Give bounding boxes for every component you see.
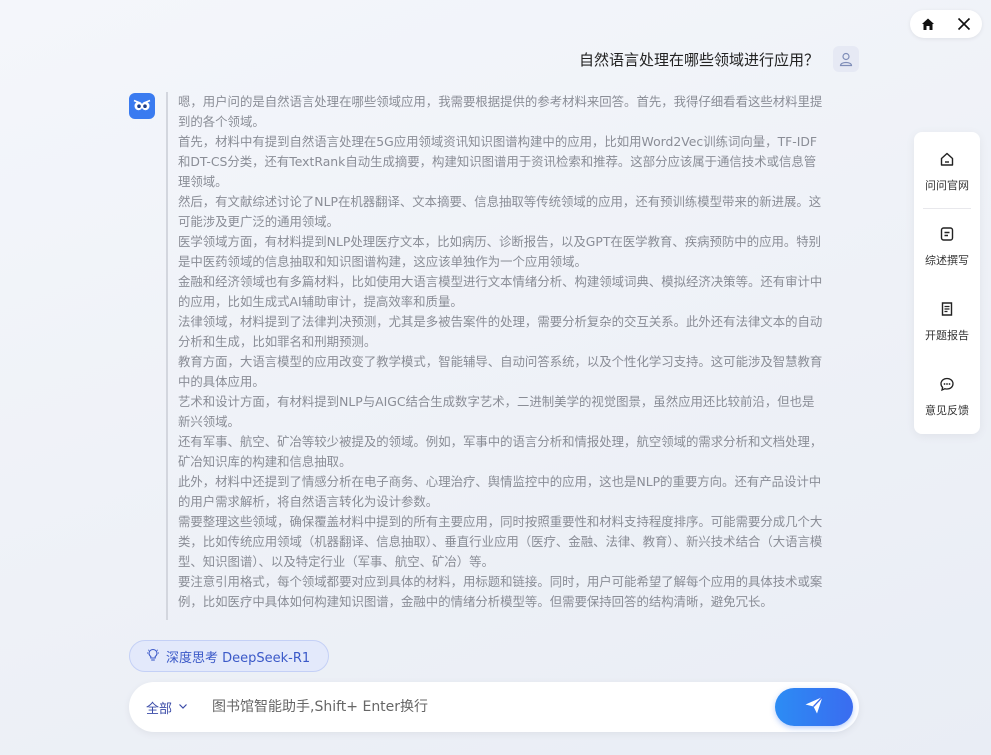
- thinking-paragraph: 要注意引用格式，每个领域都要对应到具体的材料，用标题和链接。同时，用户可能希望了…: [178, 574, 823, 609]
- document-icon: [939, 226, 955, 246]
- thinking-paragraph: 金融和经济领域也有多篇材料，比如使用大语言模型进行文本情绪分析、构建领域词典、模…: [178, 274, 823, 309]
- home-outline-icon: [939, 151, 955, 171]
- sidebar-item-label: 意见反馈: [925, 404, 969, 417]
- thinking-paragraph: 教育方面，大语言模型的应用改变了教学模式，智能辅导、自动问答系统，以及个性化学习…: [178, 354, 823, 389]
- chevron-down-icon: [178, 700, 188, 715]
- sidebar-item-label: 开题报告: [925, 329, 969, 342]
- chat-input[interactable]: [212, 699, 733, 715]
- window-controls: [910, 10, 982, 38]
- sidebar-item-feedback[interactable]: 意见反馈: [914, 367, 980, 427]
- thinking-paragraph: 首先，材料中有提到自然语言处理在5G应用领域资讯知识图谱构建中的应用，比如用Wo…: [178, 134, 818, 189]
- thinking-paragraph: 嗯，用户问的是自然语言处理在哪些领域应用，我需要根据提供的参考材料来回答。首先，…: [178, 94, 823, 129]
- home-icon[interactable]: [914, 10, 942, 38]
- feedback-icon: [939, 376, 955, 396]
- scope-select[interactable]: 全部: [146, 698, 188, 717]
- lightbulb-icon: [146, 647, 160, 666]
- send-button[interactable]: [775, 688, 853, 726]
- side-panel: 问问官网 综述撰写 开题报告 意见反馈: [914, 132, 980, 434]
- sidebar-item-proposal-report[interactable]: 开题报告: [914, 292, 980, 352]
- deep-think-label: 深度思考 DeepSeek-R1: [166, 650, 311, 666]
- sidebar-divider: [923, 208, 971, 209]
- report-icon: [939, 301, 955, 321]
- thinking-paragraph: 医学领域方面，有材料提到NLP处理医疗文本，比如病历、诊断报告，以及GPT在医学…: [178, 234, 822, 269]
- thinking-paragraph: 艺术和设计方面，有材料提到NLP与AIGC结合生成数字艺术，二进制美学的视觉图景…: [178, 394, 815, 429]
- sidebar-item-review-writing[interactable]: 综述撰写: [914, 217, 980, 277]
- chat-input-bar: 全部: [129, 682, 859, 732]
- sidebar-item-official-site[interactable]: 问问官网: [914, 142, 980, 202]
- deep-think-toggle[interactable]: 深度思考 DeepSeek-R1: [129, 640, 329, 672]
- user-message: 自然语言处理在哪些领域进行应用？: [579, 46, 859, 72]
- thinking-paragraph: 此外，材料中还提到了情感分析在电子商务、心理治疗、舆情监控中的应用，这也是NLP…: [178, 474, 822, 509]
- close-icon[interactable]: [950, 10, 978, 38]
- assistant-thinking: 嗯，用户问的是自然语言处理在哪些领域应用，我需要根据提供的参考材料来回答。首先，…: [166, 92, 824, 620]
- assistant-avatar-icon: [129, 93, 155, 119]
- scope-select-label: 全部: [146, 701, 173, 717]
- send-icon: [803, 694, 825, 720]
- thinking-paragraph: 需要整理这些领域，确保覆盖材料中提到的所有主要应用，同时按照重要性和材料支持程度…: [178, 514, 823, 569]
- user-avatar-icon: [833, 46, 859, 72]
- sidebar-item-label: 问问官网: [925, 179, 969, 192]
- thinking-paragraph: 还有军事、航空、矿冶等较少被提及的领域。例如，军事中的语言分析和情报处理，航空领…: [178, 434, 823, 469]
- thinking-paragraph: 然后，有文献综述讨论了NLP在机器翻译、文本摘要、信息抽取等传统领域的应用，还有…: [178, 194, 822, 229]
- thinking-paragraph: 法律领域，材料提到了法律判决预测，尤其是多被告案件的处理，需要分析复杂的交互关系…: [178, 314, 823, 349]
- user-question: 自然语言处理在哪些领域进行应用？: [578, 50, 819, 69]
- sidebar-item-label: 综述撰写: [925, 254, 969, 267]
